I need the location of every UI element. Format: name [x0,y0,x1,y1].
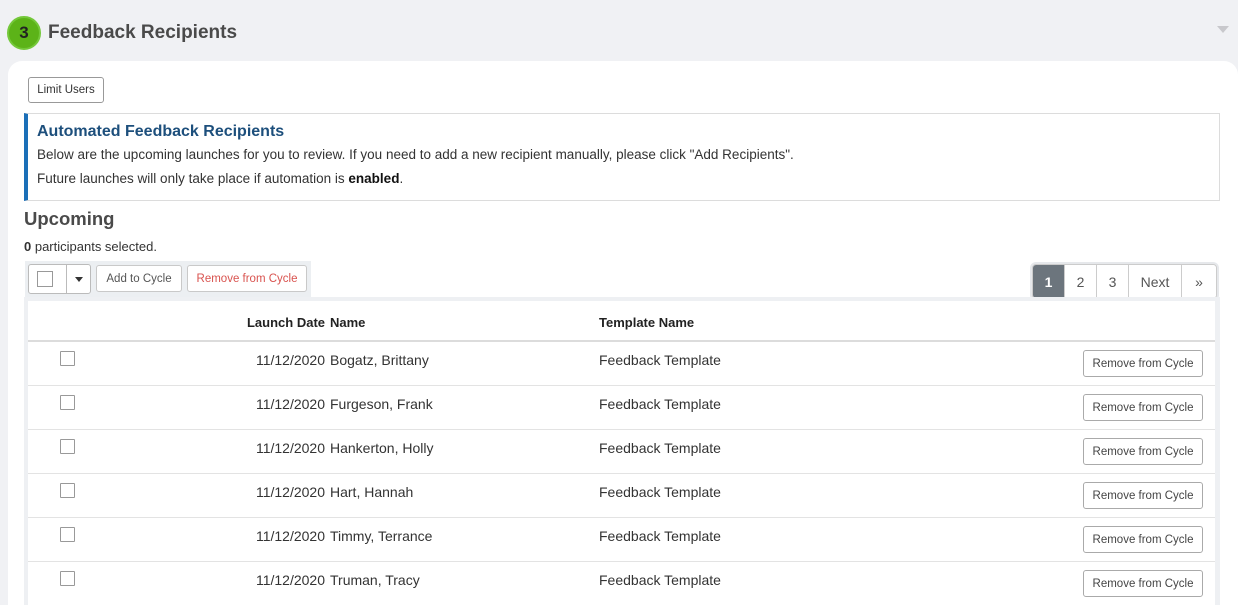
launch-date-cell: 11/12/2020 [255,440,325,456]
launch-date-cell: 11/12/2020 [255,528,325,544]
launch-date-cell: 11/12/2020 [255,396,325,412]
recipients-table-container: Launch Date Name Template Name 11/12/202… [24,297,1220,605]
section-title: Feedback Recipients [48,22,238,43]
row-checkbox[interactable] [60,527,75,542]
last-page-button[interactable]: » [1182,265,1216,298]
row-checkbox[interactable] [60,483,75,498]
page-2-button[interactable]: 2 [1065,265,1097,298]
bulk-action-toolbar: Add to Cycle Remove from Cycle [25,261,311,297]
next-page-button[interactable]: Next [1129,265,1182,298]
name-cell: Hankerton, Holly [330,440,434,456]
recipients-card: Limit Users Automated Feedback Recipient… [8,61,1238,605]
name-cell: Hart, Hannah [330,484,414,500]
limit-users-button[interactable]: Limit Users [28,77,104,103]
remove-from-cycle-button[interactable]: Remove from Cycle [1083,482,1203,509]
name-cell: Timmy, Terrance [330,528,433,544]
remove-from-cycle-button[interactable]: Remove from Cycle [1083,570,1203,597]
remove-from-cycle-button[interactable]: Remove from Cycle [1083,350,1203,377]
info-automation-note: Future launches will only take place if … [37,171,404,186]
table-row: 11/12/2020 Furgeson, Frank Feedback Temp… [28,386,1215,430]
remove-from-cycle-button[interactable]: Remove from Cycle [1083,394,1203,421]
chevron-down-icon[interactable] [75,277,83,282]
template-cell: Feedback Template [599,396,721,412]
recipients-table: Launch Date Name Template Name 11/12/202… [28,301,1215,605]
template-cell: Feedback Template [599,484,721,500]
launch-date-cell: 11/12/2020 [255,484,325,500]
table-row: 11/12/2020 Timmy, Terrance Feedback Temp… [28,518,1215,562]
selected-count-text: 0 participants selected. [24,239,157,254]
page-1-button[interactable]: 1 [1033,265,1065,298]
automation-info-box: Automated Feedback Recipients Below are … [24,113,1220,201]
column-header-launch-date[interactable]: Launch Date [247,315,325,330]
template-cell: Feedback Template [599,352,721,368]
table-row: 11/12/2020 Hart, Hannah Feedback Templat… [28,474,1215,518]
row-checkbox[interactable] [60,395,75,410]
upcoming-heading: Upcoming [24,208,115,229]
remove-from-cycle-button[interactable]: Remove from Cycle [1083,526,1203,553]
launch-date-cell: 11/12/2020 [255,572,325,588]
step-number-badge: 3 [7,16,41,50]
table-header: Launch Date Name Template Name [28,301,1215,342]
table-row: 11/12/2020 Truman, Tracy Feedback Templa… [28,562,1215,605]
template-cell: Feedback Template [599,528,721,544]
page-3-button[interactable]: 3 [1097,265,1129,298]
section-header[interactable]: 3 Feedback Recipients [0,0,1238,62]
name-cell: Truman, Tracy [330,572,420,588]
column-header-template[interactable]: Template Name [599,315,694,330]
collapse-caret-icon[interactable] [1217,26,1229,33]
launch-date-cell: 11/12/2020 [255,352,325,368]
name-cell: Bogatz, Brittany [330,352,429,368]
column-header-name[interactable]: Name [330,315,365,330]
remove-from-cycle-bulk-button[interactable]: Remove from Cycle [187,265,307,292]
info-title: Automated Feedback Recipients [37,123,285,140]
remove-from-cycle-button[interactable]: Remove from Cycle [1083,438,1203,465]
select-all-checkbox[interactable] [37,271,53,287]
select-all-dropdown[interactable] [28,264,91,294]
add-to-cycle-button[interactable]: Add to Cycle [96,265,182,292]
template-cell: Feedback Template [599,572,721,588]
row-checkbox[interactable] [60,351,75,366]
template-cell: Feedback Template [599,440,721,456]
table-row: 11/12/2020 Hankerton, Holly Feedback Tem… [28,430,1215,474]
enabled-text: enabled [348,171,400,186]
info-description: Below are the upcoming launches for you … [37,147,794,162]
table-row: 11/12/2020 Bogatz, Brittany Feedback Tem… [28,342,1215,386]
row-checkbox[interactable] [60,571,75,586]
name-cell: Furgeson, Frank [330,396,433,412]
pagination: 1 2 3 Next » [1032,264,1217,299]
row-checkbox[interactable] [60,439,75,454]
